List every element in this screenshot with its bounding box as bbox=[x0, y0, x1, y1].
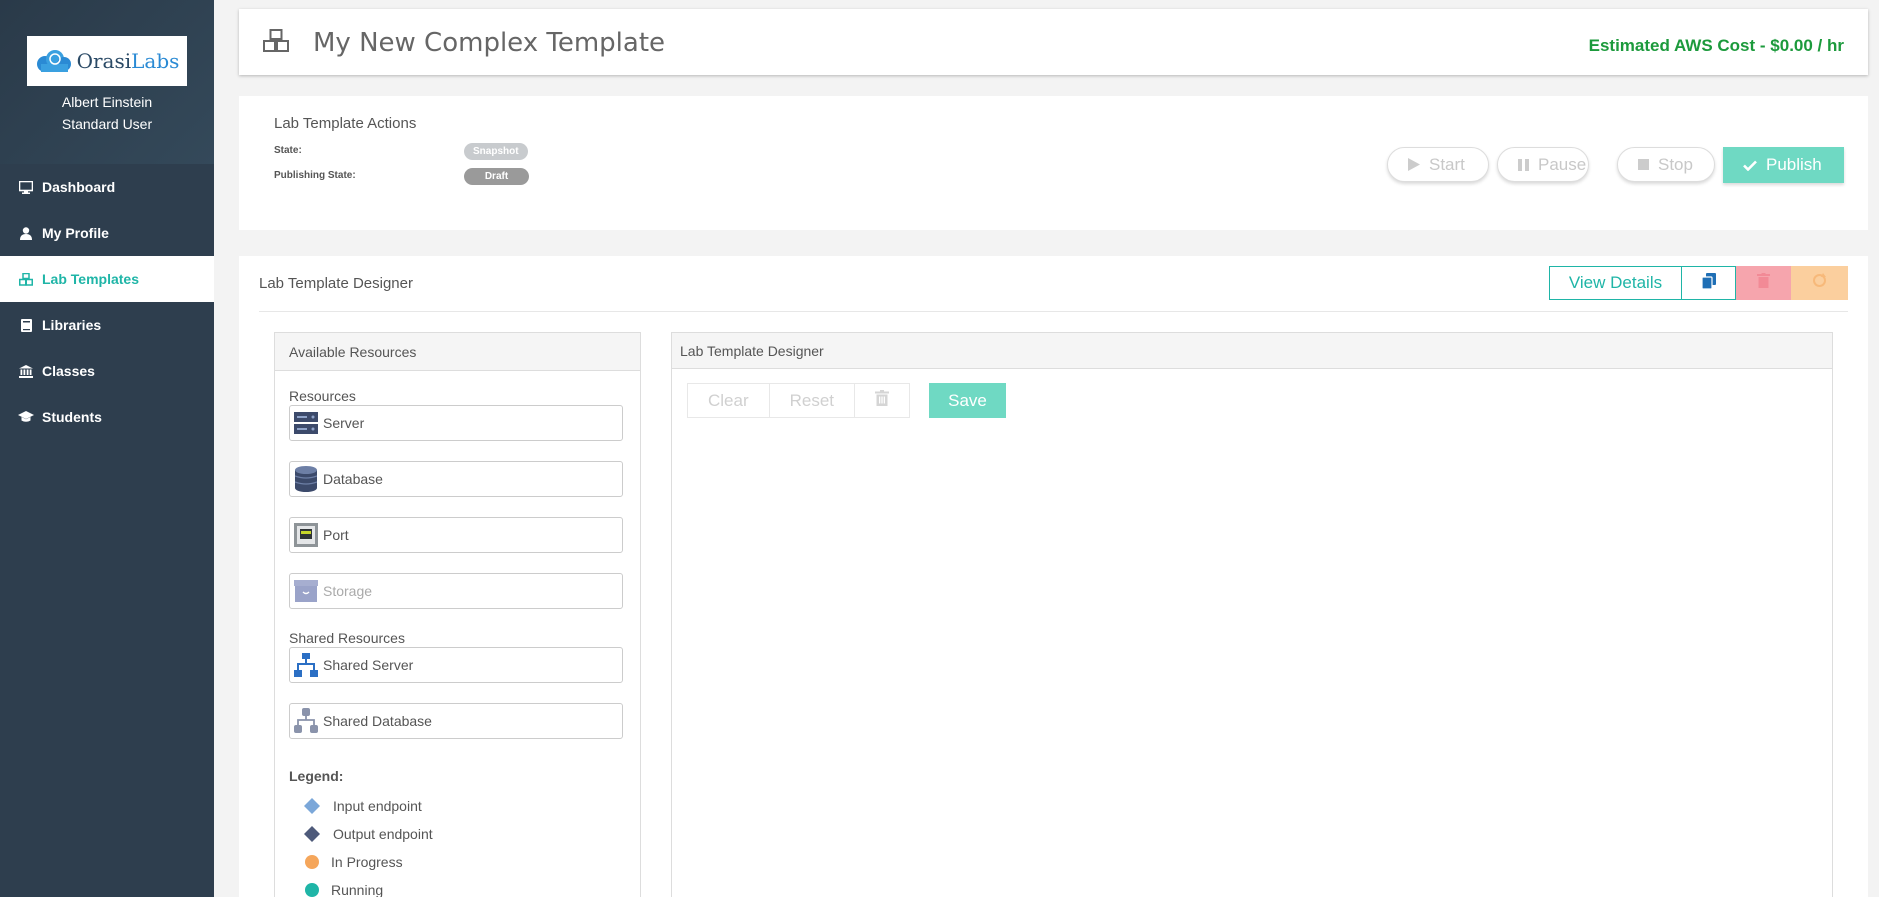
sidebar-item-label: Students bbox=[42, 409, 102, 425]
cubes-icon bbox=[263, 29, 289, 58]
start-button[interactable]: Start bbox=[1387, 147, 1489, 182]
lab-template-actions: Lab Template Actions State: Snapshot Pub… bbox=[239, 96, 1868, 230]
page-title: My New Complex Template bbox=[313, 28, 666, 58]
sidebar-item-label: Classes bbox=[42, 363, 95, 379]
legend-input-endpoint: Input endpoint bbox=[303, 797, 422, 815]
sidebar-item-dashboard[interactable]: Dashboard bbox=[0, 164, 214, 210]
sidebar-item-label: My Profile bbox=[42, 225, 109, 241]
book-icon bbox=[18, 318, 34, 332]
user-icon bbox=[18, 226, 34, 240]
publish-button[interactable]: Publish bbox=[1723, 147, 1844, 183]
state-label: State: bbox=[274, 145, 302, 156]
sidebar-item-label: Libraries bbox=[42, 317, 102, 333]
resource-shared-server[interactable]: Shared Server bbox=[289, 647, 623, 683]
publishing-state-badge: Draft bbox=[464, 168, 529, 185]
play-icon bbox=[1408, 158, 1420, 171]
designer-heading: Lab Template Designer bbox=[259, 275, 413, 292]
delete-node-button[interactable] bbox=[855, 384, 910, 417]
panel-title: Available Resources bbox=[275, 333, 640, 371]
monitor-icon bbox=[18, 180, 34, 194]
refresh-button[interactable] bbox=[1791, 266, 1848, 300]
resource-server[interactable]: Server bbox=[289, 405, 623, 441]
shared-database-icon bbox=[294, 708, 318, 733]
refresh-icon bbox=[1812, 273, 1827, 293]
sidebar-item-classes[interactable]: Classes bbox=[0, 348, 214, 394]
divider bbox=[259, 311, 1848, 312]
actions-heading: Lab Template Actions bbox=[274, 115, 417, 132]
sidebar-item-label: Lab Templates bbox=[42, 271, 139, 287]
diamond-icon bbox=[303, 825, 321, 843]
resource-port[interactable]: Port bbox=[289, 517, 623, 553]
stop-icon bbox=[1638, 159, 1649, 170]
logo-text: OrasiLabs bbox=[76, 49, 180, 73]
orasilabs-logo[interactable]: OrasiLabs bbox=[27, 36, 187, 86]
resource-shared-database[interactable]: Shared Database bbox=[289, 703, 623, 739]
sidebar-nav: Dashboard My Profile Lab Templates Libra… bbox=[0, 164, 214, 440]
lab-template-designer-section: Lab Template Designer View Details Avail… bbox=[239, 256, 1868, 897]
server-icon bbox=[294, 411, 318, 435]
canvas-toolbar: Clear Reset bbox=[687, 383, 911, 418]
legend-running: Running bbox=[303, 881, 383, 897]
circle-icon bbox=[303, 853, 321, 871]
institution-icon bbox=[18, 364, 34, 378]
trash-icon bbox=[875, 384, 890, 417]
copy-button[interactable] bbox=[1681, 266, 1736, 300]
stop-button[interactable]: Stop bbox=[1617, 147, 1715, 182]
view-details-button[interactable]: View Details bbox=[1549, 266, 1682, 300]
shared-server-icon bbox=[294, 653, 318, 677]
state-badge: Snapshot bbox=[464, 143, 528, 160]
resource-database[interactable]: Database bbox=[289, 461, 623, 497]
sidebar-item-students[interactable]: Students bbox=[0, 394, 214, 440]
sidebar-item-my-profile[interactable]: My Profile bbox=[0, 210, 214, 256]
sidebar-item-libraries[interactable]: Libraries bbox=[0, 302, 214, 348]
designer-canvas-panel: Lab Template Designer Clear Reset Save bbox=[671, 332, 1833, 897]
sidebar: OrasiLabs Albert Einstein Standard User … bbox=[0, 0, 214, 897]
legend-output-endpoint: Output endpoint bbox=[303, 825, 433, 843]
sidebar-item-label: Dashboard bbox=[42, 179, 116, 195]
publishing-state-label: Publishing State: bbox=[274, 170, 356, 181]
reset-button[interactable]: Reset bbox=[769, 384, 856, 417]
port-icon bbox=[294, 523, 318, 547]
trash-icon bbox=[1757, 273, 1770, 293]
legend-title: Legend: bbox=[289, 768, 344, 784]
copy-icon bbox=[1700, 272, 1716, 294]
diamond-icon bbox=[303, 797, 321, 815]
pause-button[interactable]: Pause bbox=[1497, 147, 1589, 182]
sidebar-header: OrasiLabs Albert Einstein Standard User bbox=[0, 0, 214, 164]
page-header: My New Complex Template Estimated AWS Co… bbox=[239, 9, 1868, 75]
available-resources-panel: Available Resources Resources Server Dat… bbox=[274, 332, 641, 897]
pause-icon bbox=[1518, 158, 1529, 171]
cubes-icon bbox=[18, 272, 34, 286]
estimated-cost: Estimated AWS Cost - $0.00 / hr bbox=[1588, 36, 1844, 55]
storage-icon bbox=[294, 579, 318, 603]
shared-resources-label: Shared Resources bbox=[289, 630, 405, 646]
designer-canvas[interactable] bbox=[672, 429, 1832, 897]
resources-label: Resources bbox=[289, 388, 356, 404]
circle-icon bbox=[303, 881, 321, 897]
cloud-logo-icon bbox=[36, 50, 71, 72]
user-role: Standard User bbox=[61, 116, 153, 132]
check-icon bbox=[1743, 160, 1757, 171]
clear-button[interactable]: Clear bbox=[688, 384, 770, 417]
delete-template-button[interactable] bbox=[1736, 266, 1791, 300]
graduation-cap-icon bbox=[18, 411, 34, 423]
save-button[interactable]: Save bbox=[929, 383, 1006, 418]
resource-storage[interactable]: Storage bbox=[289, 573, 623, 609]
legend-in-progress: In Progress bbox=[303, 853, 403, 871]
panel-title: Lab Template Designer bbox=[672, 333, 1832, 369]
database-icon bbox=[294, 466, 318, 492]
user-name: Albert Einstein bbox=[61, 94, 153, 110]
sidebar-item-lab-templates[interactable]: Lab Templates bbox=[0, 256, 214, 302]
